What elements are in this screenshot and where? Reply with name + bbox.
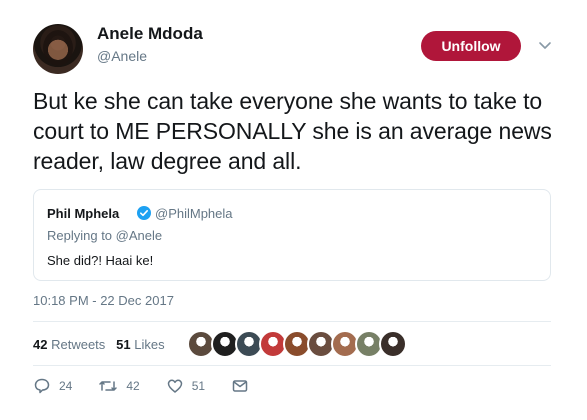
heart-icon: [167, 379, 182, 393]
unfollow-button[interactable]: Unfollow: [421, 31, 521, 61]
chevron-down-icon[interactable]: [537, 37, 553, 53]
retweets-count[interactable]: 42: [33, 337, 47, 352]
author-avatar[interactable]: [33, 24, 83, 74]
like-count: 51: [191, 379, 206, 393]
reply-icon: [34, 378, 50, 394]
likes-label[interactable]: Likes: [134, 337, 164, 352]
quoted-author-name: Phil Mphela: [47, 206, 120, 221]
like-button[interactable]: 51: [166, 377, 205, 395]
divider: [33, 321, 551, 322]
retweet-count: 42: [126, 379, 140, 393]
tweet-timestamp[interactable]: 10:18 PM - 22 Dec 2017: [33, 293, 174, 308]
quoted-author-handle: @PhilMphela: [155, 206, 233, 221]
retweet-button[interactable]: 42: [98, 377, 140, 395]
reply-button[interactable]: 24: [33, 377, 72, 395]
tweet-actions: 24 42 51: [33, 377, 283, 395]
quoted-tweet[interactable]: Phil Mphela @PhilMphela Replying to @Ane…: [33, 189, 551, 281]
likes-count[interactable]: 51: [116, 337, 130, 352]
retweets-label[interactable]: Retweets: [51, 337, 105, 352]
author-name[interactable]: Anele Mdoda: [97, 24, 203, 44]
reply-count: 24: [59, 379, 73, 393]
author-handle[interactable]: @Anele: [97, 48, 147, 64]
verified-badge-icon: [137, 206, 151, 220]
divider: [33, 365, 551, 366]
liker-avatar[interactable]: [379, 330, 407, 358]
quoted-tweet-text: She did?! Haai ke!: [47, 253, 154, 268]
liker-avatars: [187, 330, 407, 358]
replying-to[interactable]: Replying to @Anele: [47, 228, 162, 243]
direct-message-button[interactable]: [231, 377, 257, 395]
engagement-stats: 42 Retweets 51 Likes: [33, 337, 165, 352]
retweet-icon: [99, 381, 118, 391]
envelope-icon: [232, 380, 248, 392]
tweet-text: But ke she can take everyone she wants t…: [33, 88, 552, 174]
